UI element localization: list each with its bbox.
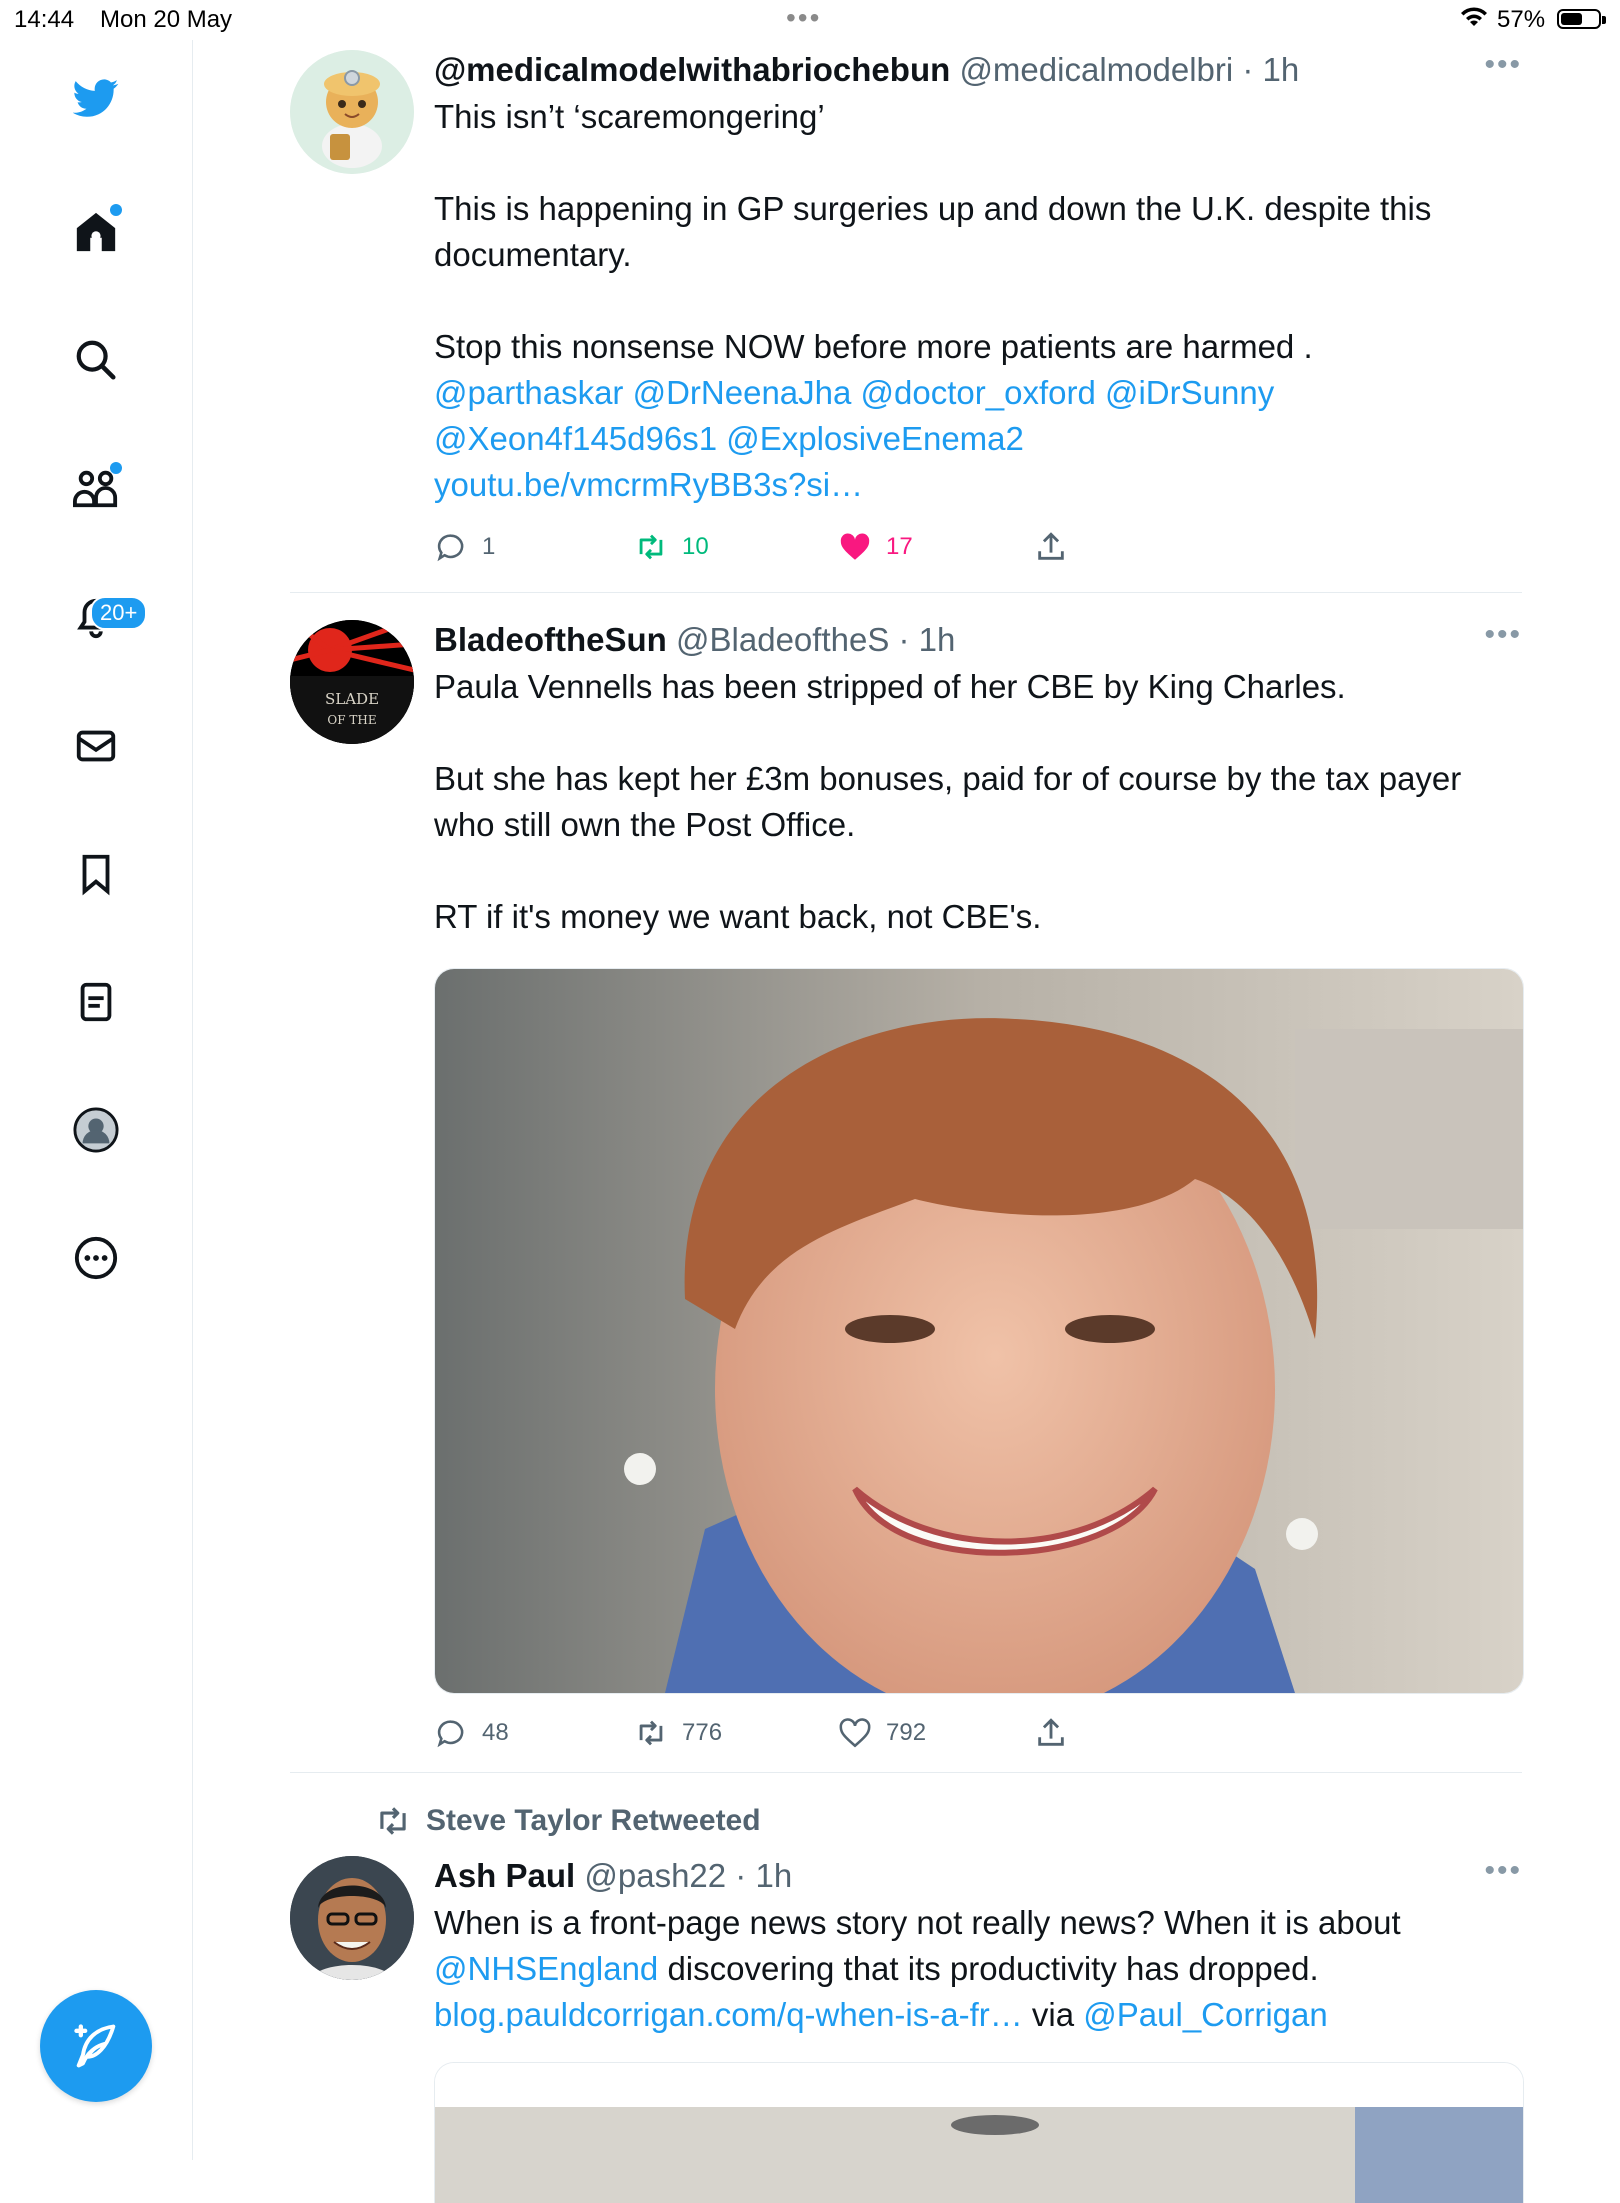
tweet-2-like-button[interactable]: 792 [838,1716,926,1750]
tweet-3-author-name[interactable]: Ash Paul [434,1857,575,1894]
svg-text:SLADE: SLADE [325,690,379,708]
search-icon[interactable] [66,330,126,390]
tweet-3-text-part-2: discovering that its productivity has dr… [658,1950,1319,1987]
compose-feather-icon [74,2024,116,2068]
home-icon[interactable] [66,202,126,262]
status-time: 14:44 [14,6,75,33]
tweet-2-actions: 48 776 792 [434,1716,1522,1760]
communities-icon[interactable] [66,458,126,518]
retweet-icon [639,534,663,560]
tweet-1-avatar[interactable] [290,50,414,174]
tweet-1-time[interactable]: 1h [1263,51,1300,88]
tweet-3-text-part-1: When is a front-page news story not real… [434,1904,1401,1941]
tweet-1-retweet-count: 10 [682,533,709,560]
tweet-1-like-count: 17 [886,533,913,560]
tweet-3-time[interactable]: 1h [755,1857,792,1894]
tweet-2-more-icon[interactable]: ••• [1484,618,1522,652]
battery-percentage: 57% [1497,6,1546,33]
tweet-1-retweet-button[interactable]: 10 [634,530,709,564]
messages-envelope-icon[interactable] [66,716,126,776]
status-bar: 14:44 Mon 20 May ••• 57% [0,0,1620,40]
retweet-icon [380,1807,406,1835]
tweet-1-header: @medicalmodelwithabriochebun @medicalmod… [434,51,1300,88]
tweet-3-link[interactable]: blog.pauldcorrigan.com/q-when-is-a-fr… [434,1996,1023,2033]
reply-icon [437,1720,464,1748]
tweet-1-more-icon[interactable]: ••• [1484,48,1522,82]
notifications-badge: 20+ [90,596,148,630]
status-date: Mon 20 May [100,6,233,33]
twitter-logo-icon[interactable] [66,68,126,128]
tweet-3-author-handle[interactable]: @pash22 [584,1857,726,1894]
more-circle-icon[interactable] [66,1228,126,1288]
bookmark-icon[interactable] [66,844,126,904]
retweeted-by-text: Steve Taylor Retweeted [426,1804,761,1837]
tweet-2-photo[interactable] [434,968,1524,1694]
tweet-2-text: Paula Vennells has been stripped of her … [434,668,1462,935]
tweet-1-link[interactable]: youtu.be/vmcrmRyBB3s?si… [434,462,1522,508]
svg-text:OF THE: OF THE [327,713,376,727]
multitasking-dots-icon[interactable]: ••• [786,2,821,34]
retweet-icon [639,1720,663,1746]
tweet-2-retweet-count: 776 [682,1719,723,1746]
tweet-2-avatar[interactable]: SLADE OF THE [290,620,414,744]
tweet-1-actions: 1 10 17 [434,530,1522,574]
tweet-3-avatar[interactable] [290,1856,414,1980]
tweet-1-reply-button[interactable]: 1 [434,530,495,564]
tweet-2-author-name[interactable]: BladeoftheSun [434,621,667,658]
tweet-2-like-count: 792 [886,1719,927,1746]
tweet-1-mentions-line-2[interactable]: @Xeon4f145d96s1 @ExplosiveEnema2 [434,416,1522,462]
tweet-3-header: Ash Paul @pash22 · 1h [434,1857,793,1894]
reply-icon [437,534,464,562]
share-icon [1038,1718,1064,1746]
tweet-2-reply-button[interactable]: 48 [434,1716,509,1750]
retweeted-by-label[interactable]: Steve Taylor Retweeted [374,1802,761,1840]
tweet-3-mention-nhsengland[interactable]: @NHSEngland [434,1950,658,1987]
tweet-divider [290,1772,1522,1773]
heart-outline-icon [839,1718,871,1748]
tweet-1-text: This isn’t ‘scaremongering’ This is happ… [434,98,1432,365]
lists-icon[interactable] [66,972,126,1032]
sidebar-nav: 20+ [0,40,193,2160]
tweet-3-text: When is a front-page news story not real… [434,1900,1522,2038]
tweet-2-share-button[interactable] [1034,1716,1068,1750]
tweet-2-retweet-button[interactable]: 776 [634,1716,722,1750]
share-icon [1038,532,1064,560]
home-unread-dot [110,204,122,216]
tweet-3-more-icon[interactable]: ••• [1484,1854,1522,1888]
tweet-3-text-part-3: via [1022,1996,1084,2033]
tweet-divider [290,592,1522,593]
tweet-1-mentions-line-1[interactable]: @parthaskar @DrNeenaJha @doctor_oxford @… [434,370,1522,416]
tweet-2-time[interactable]: 1h [919,621,956,658]
heart-filled-icon [840,533,870,560]
communities-unread-dot [110,462,122,474]
tweet-1-like-button[interactable]: 17 [838,530,913,564]
tweet-3-mention-paul-corrigan[interactable]: @Paul_Corrigan [1083,1996,1327,2033]
tweet-2-header: BladeoftheSun @BladeoftheS · 1h [434,621,956,658]
tweet-2-author-handle[interactable]: @BladeoftheS [676,621,889,658]
compose-tweet-button[interactable] [40,1990,152,2102]
tweet-1-author-handle[interactable]: @medicalmodelbri [959,51,1233,88]
battery-icon [1557,9,1606,29]
tweet-1-share-button[interactable] [1034,530,1068,564]
wifi-icon [1460,6,1488,37]
tweet-2-reply-count: 48 [482,1719,509,1746]
tweet-1-reply-count: 1 [482,533,496,560]
tweet-1-author-name[interactable]: @medicalmodelwithabriochebun [434,51,950,88]
tweet-3-link-card[interactable] [434,2062,1524,2203]
profile-avatar-icon[interactable] [66,1100,126,1160]
